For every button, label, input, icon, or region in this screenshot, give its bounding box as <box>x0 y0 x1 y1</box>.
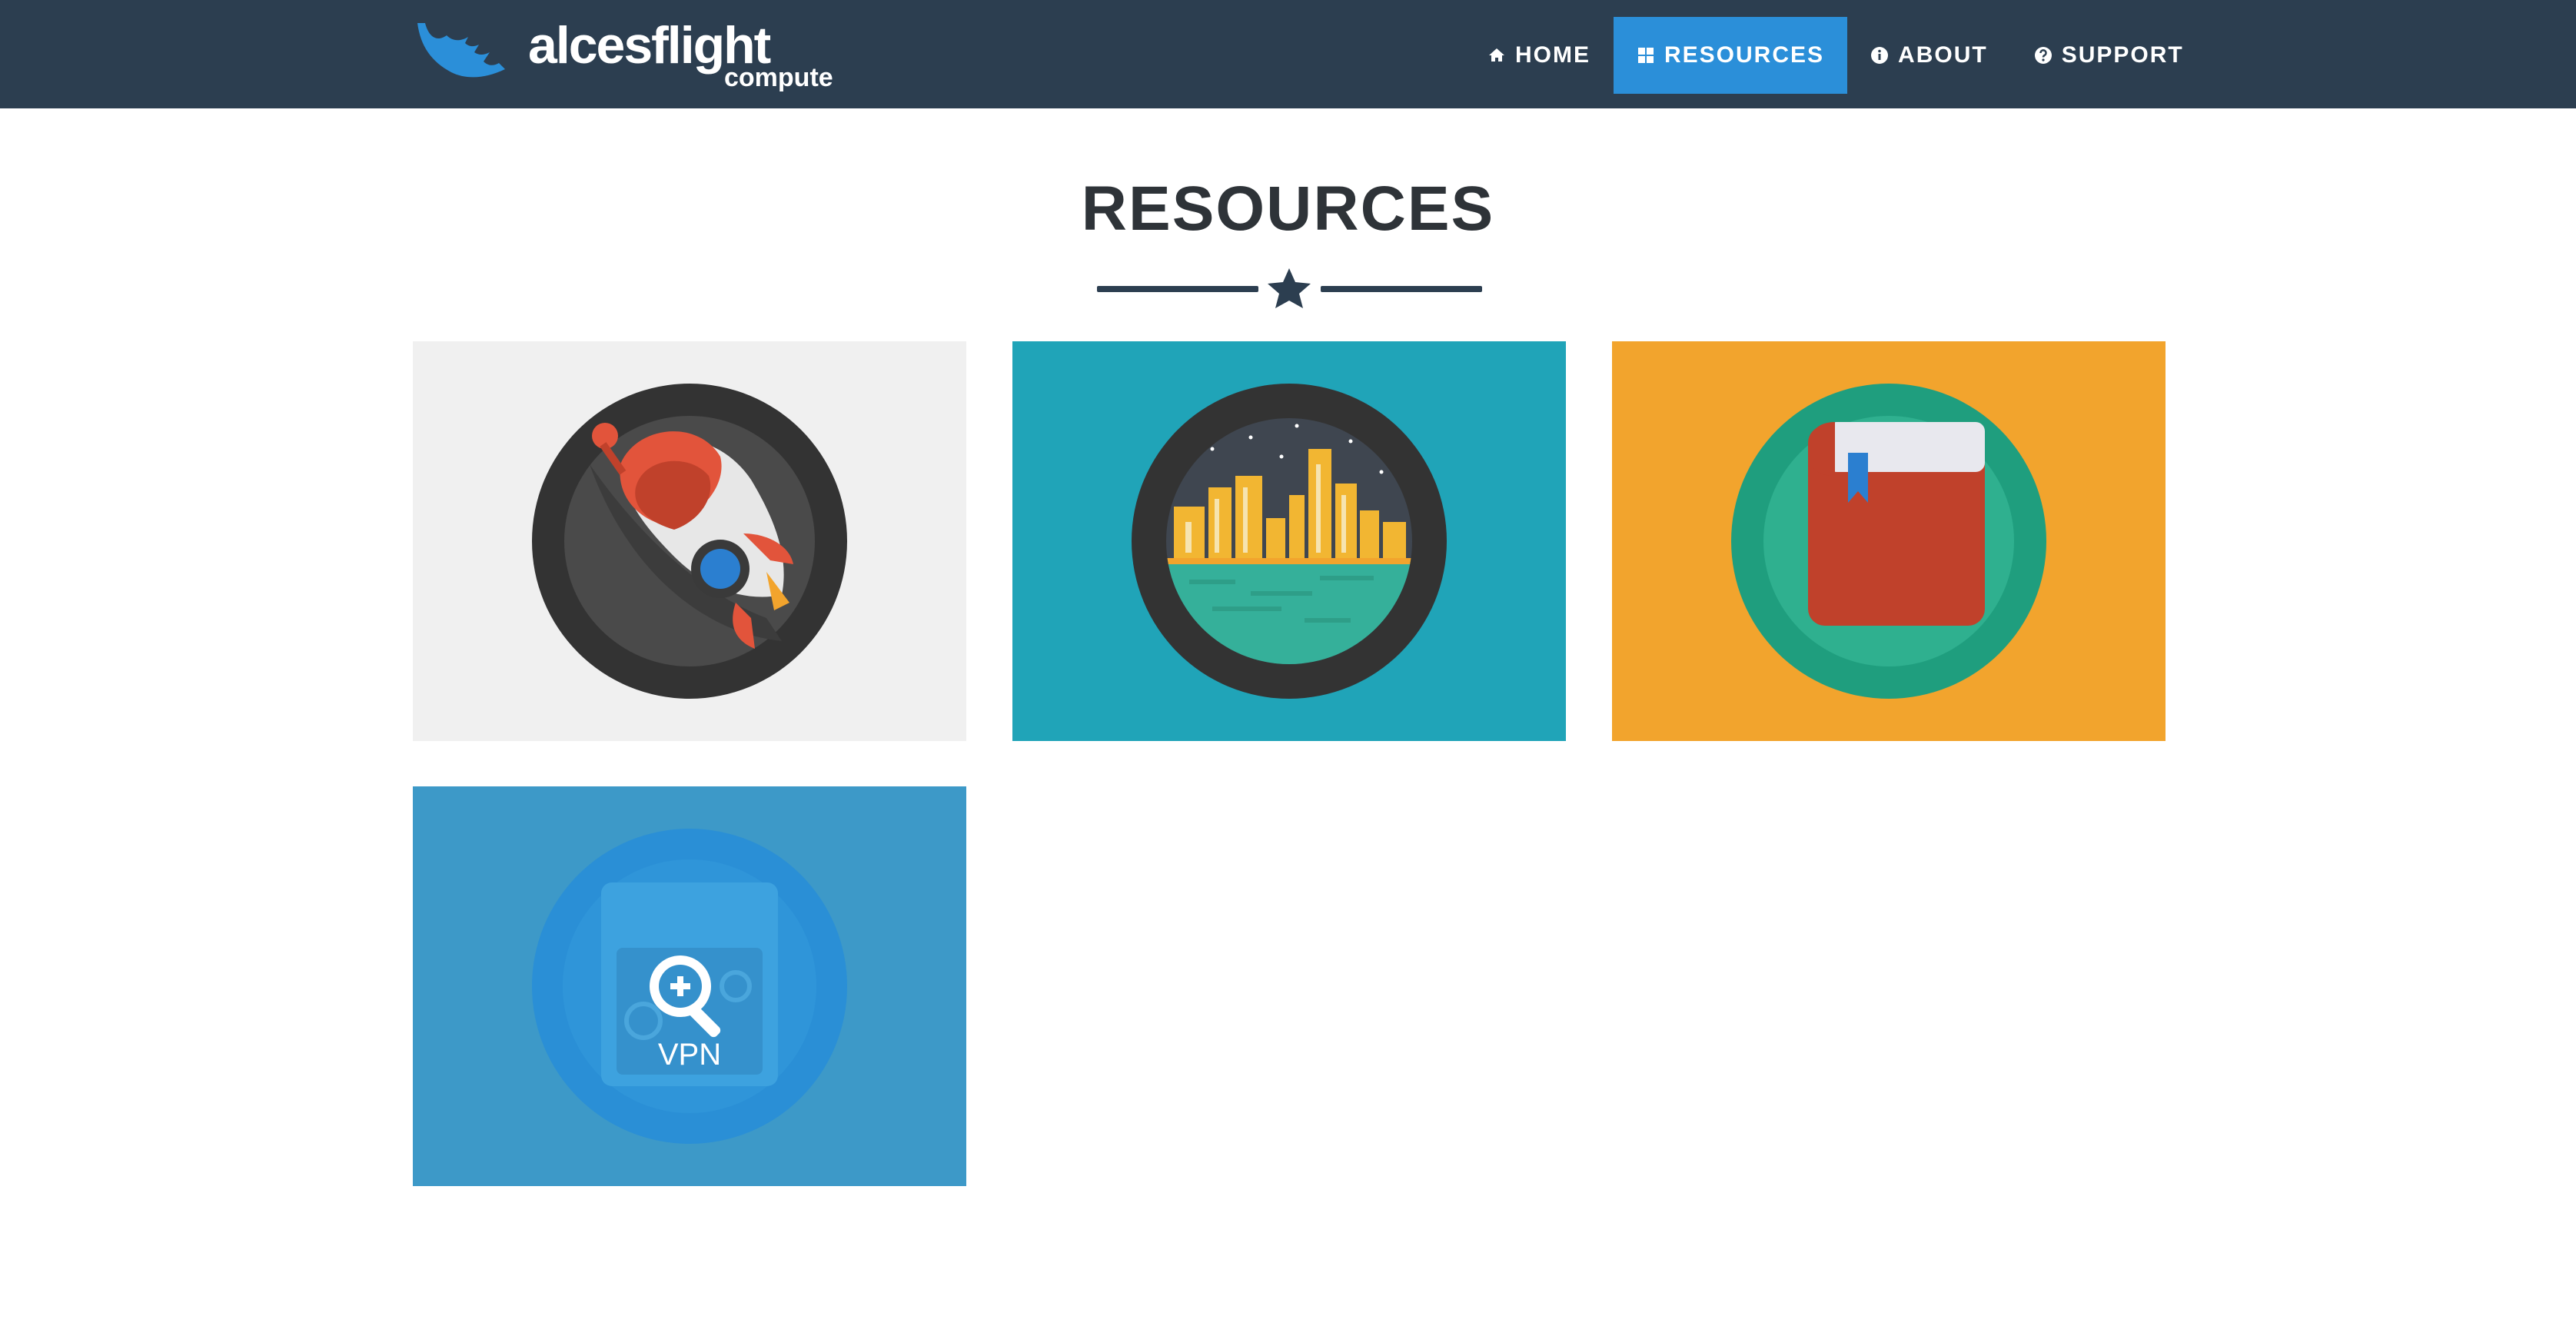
resource-tile-book[interactable] <box>1612 341 2166 741</box>
home-icon <box>1489 48 1504 61</box>
nav-about-label: ABOUT <box>1898 42 1988 68</box>
nav-resources-label: RESOURCES <box>1664 42 1825 68</box>
grid-icon <box>1638 48 1654 63</box>
resource-tile-city[interactable] <box>1012 341 1566 741</box>
nav-support[interactable]: SUPPORT <box>2011 17 2207 94</box>
alcesflight-logo[interactable]: alcesflight compute <box>413 15 843 95</box>
vpn-search-icon: VPN <box>532 829 847 1144</box>
book-icon <box>1731 384 2046 699</box>
resource-tile-vpn[interactable]: VPN <box>413 786 966 1186</box>
page-title: RESOURCES <box>1081 174 1495 244</box>
nav-home[interactable]: HOME <box>1464 17 1614 94</box>
nav-about[interactable]: ABOUT <box>1847 17 2011 94</box>
brand-product: compute <box>724 63 833 92</box>
info-icon <box>1871 47 1889 64</box>
question-icon <box>2034 47 2052 64</box>
top-navbar: alcesflight compute HOME RESOURCES ABOUT… <box>0 0 2576 108</box>
nav-resources[interactable]: RESOURCES <box>1614 17 1848 94</box>
vpn-label: VPN <box>658 1038 721 1072</box>
star-icon <box>1268 268 1311 308</box>
resource-tile-rocket[interactable] <box>413 341 966 741</box>
antler-icon <box>417 23 505 78</box>
nav-support-label: SUPPORT <box>2061 42 2184 68</box>
city-skyline-icon <box>1132 384 1447 699</box>
rocket-icon <box>532 384 847 699</box>
main-nav: HOME RESOURCES ABOUT SUPPORT <box>1464 17 2207 94</box>
title-divider <box>1097 268 1482 308</box>
nav-home-label: HOME <box>1515 42 1590 68</box>
